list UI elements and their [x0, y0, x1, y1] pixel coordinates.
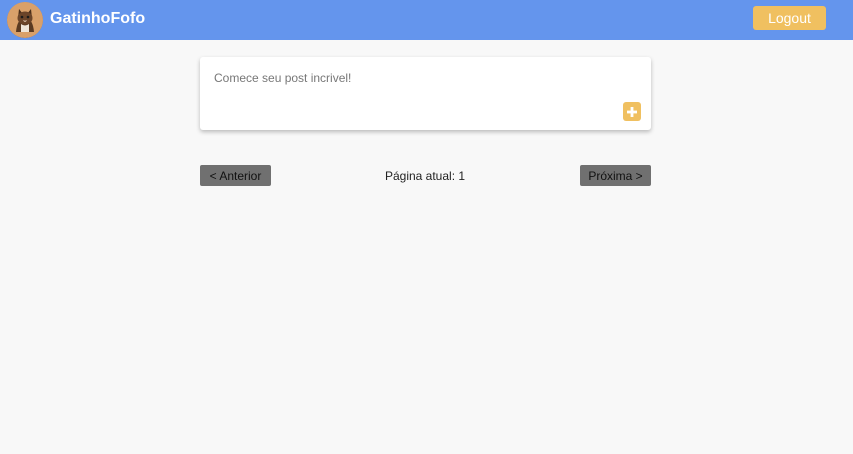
brand-name[interactable]: GatinhoFofo [50, 9, 145, 29]
cat-icon [7, 2, 43, 38]
cat-avatar-logo [7, 2, 43, 38]
add-post-button[interactable] [623, 102, 641, 121]
logout-button[interactable]: Logout [753, 6, 826, 30]
plus-icon [627, 106, 637, 117]
current-page-indicator: Página atual: 1 [384, 169, 466, 183]
top-navbar: GatinhoFofo Logout [0, 0, 853, 40]
next-page-button[interactable]: Próxima > [580, 165, 651, 186]
post-composer [200, 57, 651, 130]
previous-page-button[interactable]: < Anterior [200, 165, 271, 186]
post-input[interactable] [214, 69, 614, 87]
